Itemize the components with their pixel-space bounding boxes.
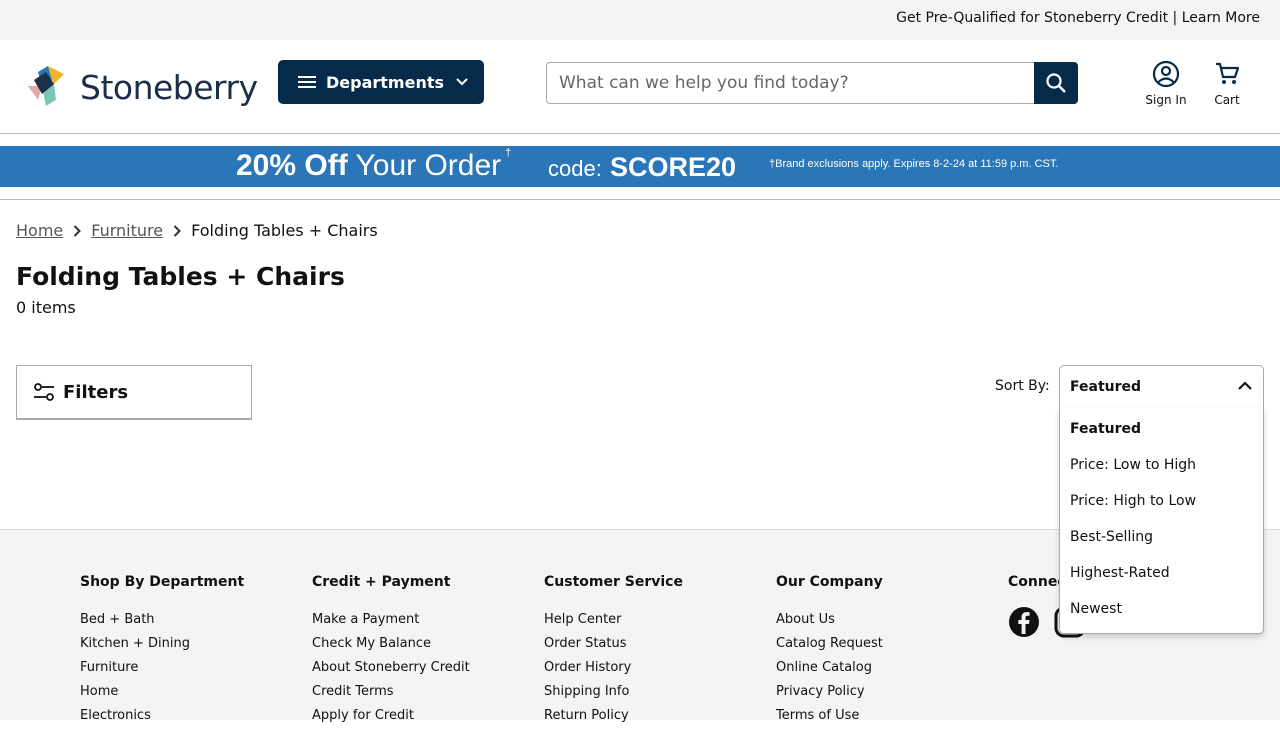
footer-heading: Shop By Department: [80, 574, 245, 590]
footer-link[interactable]: Bed + Bath: [80, 612, 244, 636]
item-count: 0 items: [16, 298, 76, 317]
chevron-right-icon: [74, 224, 82, 237]
banner-divider: [0, 199, 1280, 200]
banner-fine-print: †Brand exclusions apply. Expires 8-2-24 …: [769, 158, 1059, 170]
footer-link[interactable]: Credit Terms: [312, 684, 470, 708]
breadcrumb-current: Folding Tables + Chairs: [191, 221, 378, 240]
filters-label: Filters: [63, 381, 129, 403]
footer-link[interactable]: Return Policy: [544, 708, 683, 732]
sort-option-featured[interactable]: Featured: [1060, 408, 1263, 444]
sort-selected-value: Featured: [1070, 379, 1142, 395]
search-button[interactable]: [1034, 62, 1078, 104]
footer-col-credit-payment: Credit + Payment Make a Payment Check My…: [312, 574, 470, 732]
stoneberry-logo[interactable]: Stoneberry: [24, 64, 260, 110]
sign-in-link[interactable]: Sign In: [1144, 60, 1188, 107]
footer-link[interactable]: Kitchen + Dining: [80, 636, 244, 660]
footer-link[interactable]: Home: [80, 684, 244, 708]
footer-link[interactable]: Electronics: [80, 708, 244, 732]
footer-link[interactable]: Order Status: [544, 636, 683, 660]
sort-option-price-high-low[interactable]: Price: High to Low: [1060, 480, 1263, 516]
facebook-icon[interactable]: [1008, 606, 1040, 638]
filter-sliders-icon: [34, 383, 54, 401]
cart-label: Cart: [1214, 93, 1240, 107]
footer-link[interactable]: About Us: [776, 612, 883, 636]
banner-percent: 20% Off: [236, 149, 348, 182]
search-icon: [1046, 73, 1066, 93]
banner-dagger: †: [505, 147, 512, 159]
footer-link[interactable]: Order History: [544, 660, 683, 684]
promo-banner[interactable]: 20% Off Your Order † code: SCORE20 †Brand…: [0, 146, 1280, 187]
footer-heading: Credit + Payment: [312, 574, 451, 590]
banner-code-label: code:: [548, 156, 602, 181]
site-header: Stoneberry Departments Sign In: [0, 40, 1280, 134]
footer-link[interactable]: Check My Balance: [312, 636, 470, 660]
footer-heading: Customer Service: [544, 574, 683, 590]
footer-col-our-company: Our Company About Us Catalog Request Onl…: [776, 574, 883, 732]
sort-option-best-selling[interactable]: Best-Selling: [1060, 516, 1263, 552]
footer-link[interactable]: About Stoneberry Credit: [312, 660, 470, 684]
departments-label: Departments: [326, 72, 445, 92]
banner-code: code: SCORE20: [548, 152, 736, 193]
footer-link[interactable]: Terms of Use: [776, 708, 883, 732]
banner-your-order: Your Order: [355, 149, 502, 182]
sign-in-label: Sign In: [1145, 93, 1187, 107]
page-title: Folding Tables + Chairs: [16, 262, 345, 291]
footer-link[interactable]: Apply for Credit: [312, 708, 470, 732]
footer-link[interactable]: Furniture: [80, 660, 244, 684]
chevron-down-icon: [456, 78, 468, 86]
credit-prequalify-link[interactable]: Get Pre-Qualified for Stoneberry Credit …: [896, 10, 1260, 26]
account-icon: [1152, 60, 1180, 88]
search-bar: [546, 62, 1078, 104]
footer-link[interactable]: Make a Payment: [312, 612, 470, 636]
sort-option-newest[interactable]: Newest: [1060, 588, 1263, 624]
sort-option-price-low-high[interactable]: Price: Low to High: [1060, 444, 1263, 480]
chevron-right-icon: [173, 224, 182, 237]
footer-heading: Our Company: [776, 574, 883, 590]
footer-link[interactable]: Help Center: [544, 612, 683, 636]
footer-col-customer-service: Customer Service Help Center Order Statu…: [544, 574, 683, 732]
banner-code-value: SCORE20: [609, 152, 737, 182]
footer-col-shop-by-department: Shop By Department Bed + Bath Kitchen + …: [80, 574, 244, 732]
sort-option-highest-rated[interactable]: Highest-Rated: [1060, 552, 1263, 588]
footer-link[interactable]: Privacy Policy: [776, 684, 883, 708]
breadcrumb-furniture[interactable]: Furniture: [91, 221, 163, 240]
footer-link[interactable]: Shipping Info: [544, 684, 683, 708]
filters-button[interactable]: Filters: [16, 365, 252, 420]
logo-mark-icon: [28, 66, 64, 106]
top-promo-bar: Get Pre-Qualified for Stoneberry Credit …: [0, 0, 1280, 40]
footer-link[interactable]: Online Catalog: [776, 660, 883, 684]
departments-button[interactable]: Departments: [278, 60, 484, 104]
breadcrumb-home[interactable]: Home: [16, 221, 63, 240]
sort-select[interactable]: Featured: [1059, 365, 1264, 409]
search-input[interactable]: [546, 62, 1035, 104]
sort-options-list: Featured Price: Low to High Price: High …: [1059, 408, 1264, 634]
footer-link[interactable]: Catalog Request: [776, 636, 883, 660]
chevron-up-icon: [1238, 381, 1252, 390]
cart-link[interactable]: Cart: [1208, 60, 1246, 107]
logo-wordmark: Stoneberry: [80, 68, 258, 107]
banner-headline: 20% Off Your Order †: [236, 147, 512, 190]
menu-icon: [298, 76, 316, 88]
cart-icon: [1216, 62, 1240, 84]
breadcrumb: Home Furniture Folding Tables + Chairs: [16, 221, 378, 240]
sort-by-label: Sort By:: [995, 378, 1050, 394]
